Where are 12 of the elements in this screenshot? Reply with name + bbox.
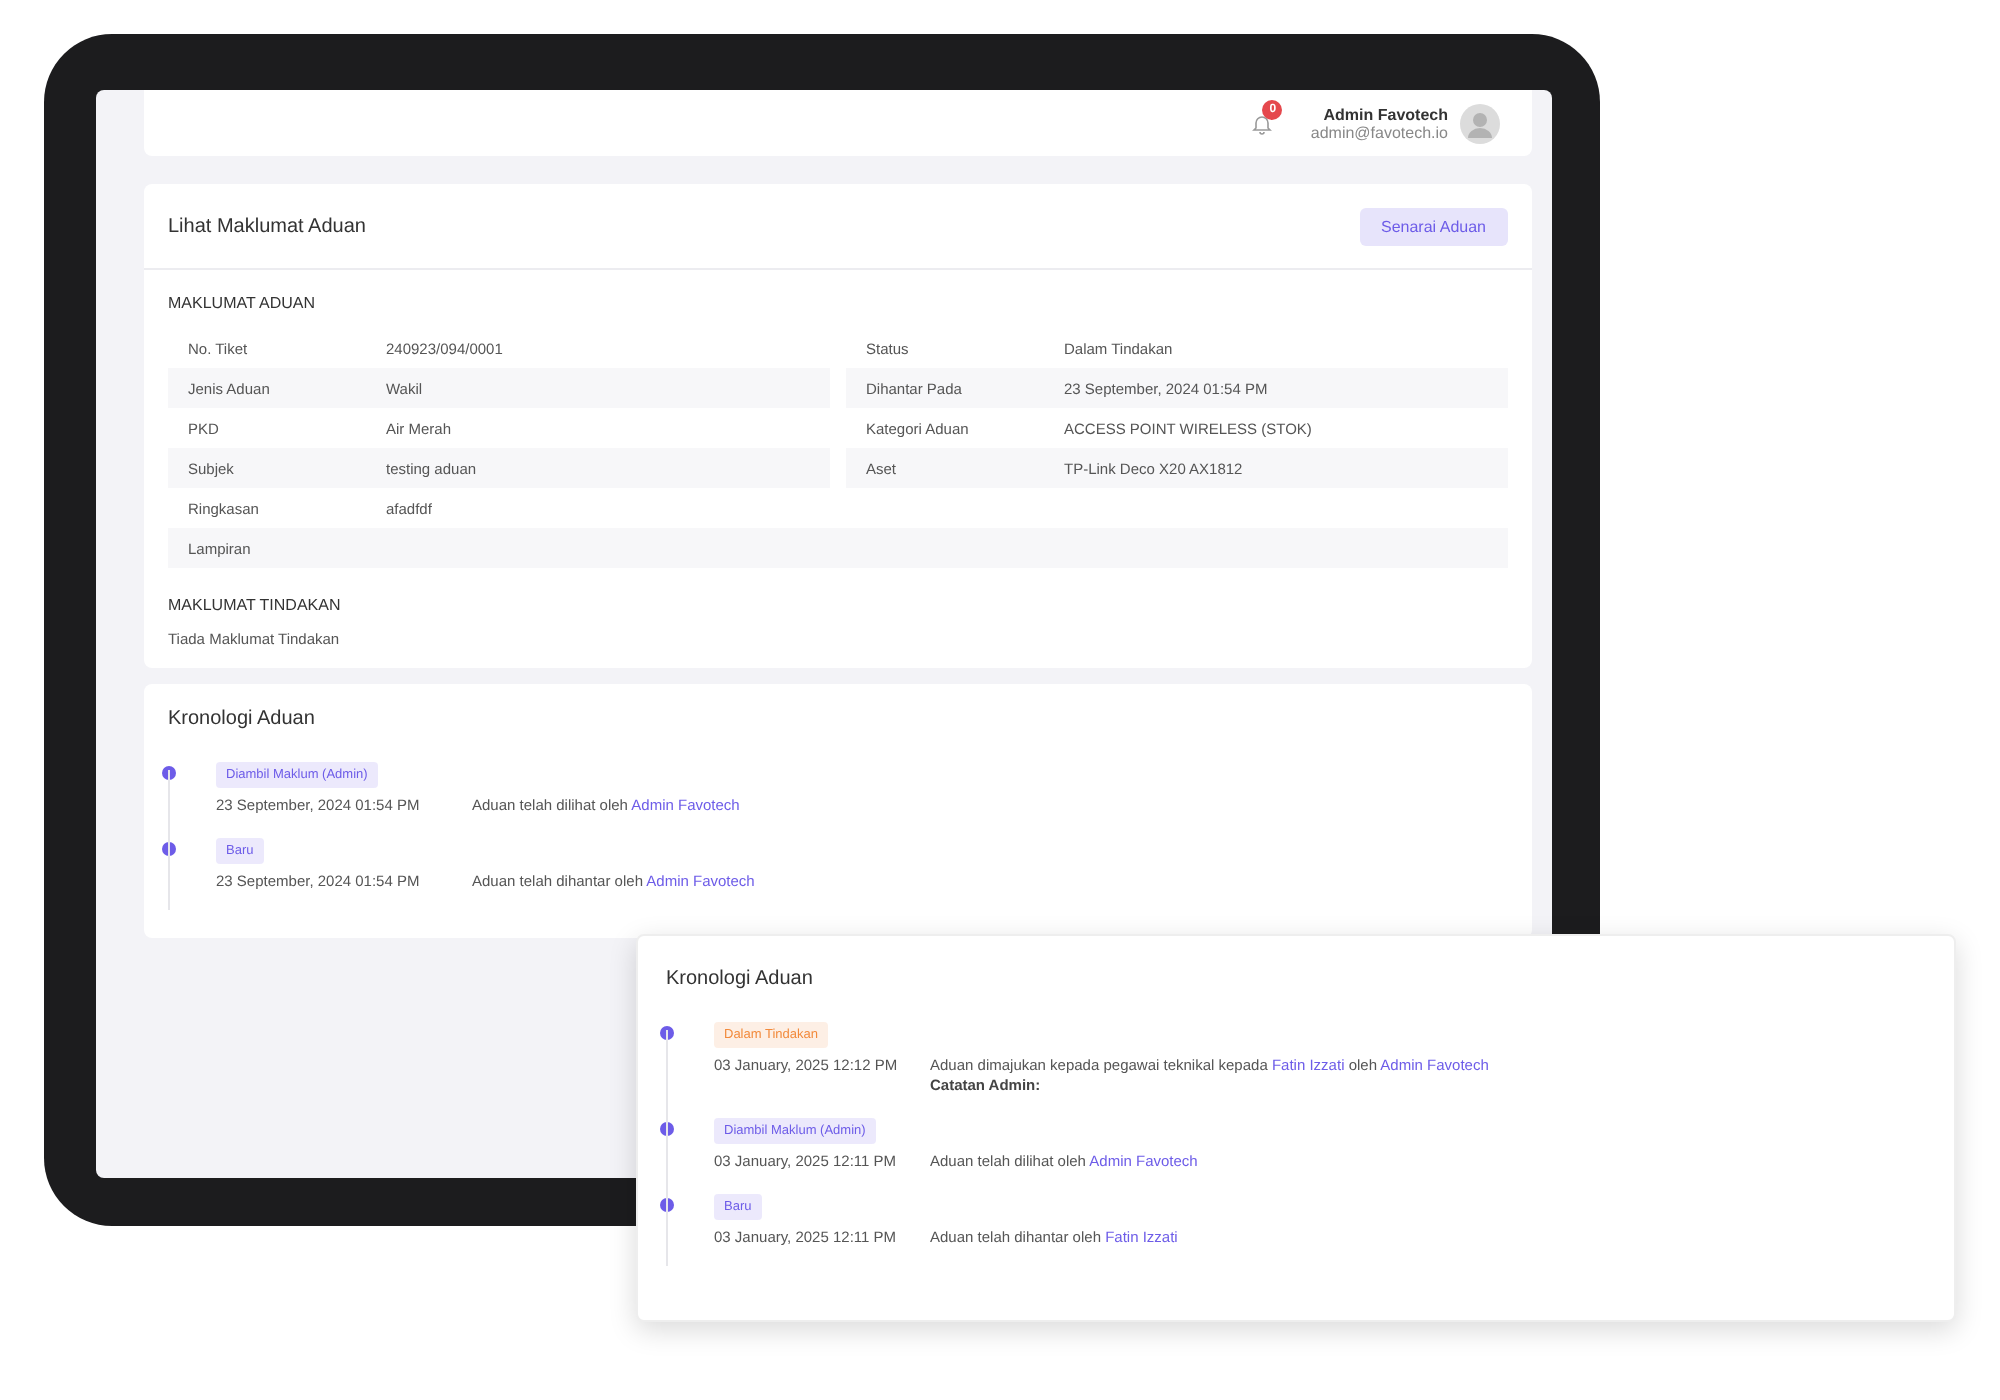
- avatar-icon[interactable]: [1460, 103, 1500, 143]
- card-title: Kronologi Aduan: [168, 708, 317, 730]
- list-button[interactable]: Senarai Aduan: [1359, 207, 1508, 245]
- timeline-dot: [162, 766, 176, 780]
- timeline-dot: [660, 1026, 674, 1040]
- bell-icon[interactable]: [1250, 111, 1275, 135]
- section-title: MAKLUMAT ADUAN: [168, 294, 317, 312]
- user-name: Admin Favotech: [1323, 105, 1448, 123]
- user-email: admin@favotech.io: [1310, 123, 1448, 141]
- card-title: Kronologi Aduan: [666, 968, 815, 990]
- card-title: Lihat Maklumat Aduan: [168, 215, 366, 237]
- section-title: MAKLUMAT TINDAKAN: [168, 596, 343, 614]
